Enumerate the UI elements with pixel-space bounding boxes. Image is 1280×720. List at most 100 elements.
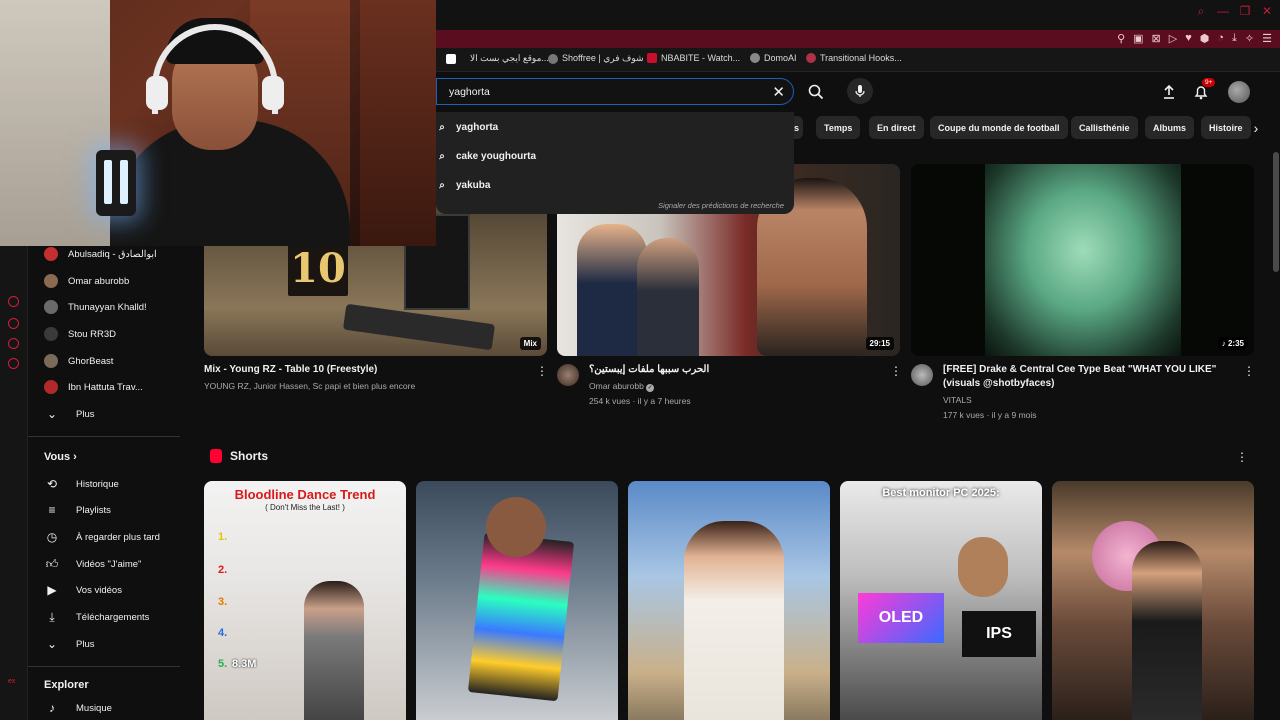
upload-button[interactable] <box>1158 81 1180 103</box>
extensions-icon[interactable]: ⬢ <box>1200 32 1210 45</box>
video-title[interactable]: [FREE] Drake & Central Cee Type Beat "WH… <box>943 363 1233 391</box>
bookmark-item[interactable]: NBABITE - Watch... <box>647 53 740 63</box>
domoai-icon <box>750 53 760 63</box>
account-icon[interactable]: ◔ <box>1217 32 1224 45</box>
strip-icon[interactable] <box>8 296 19 307</box>
notification-badge: 9+ <box>1202 78 1216 87</box>
oled-monitor-image: OLED <box>858 593 944 643</box>
search-icon <box>808 84 824 99</box>
woman-image <box>684 521 784 720</box>
channel-avatar[interactable] <box>557 364 579 386</box>
video-channels[interactable]: YOUNG RZ, Junior Hassen, Sc papi et bien… <box>204 379 415 393</box>
video-channel[interactable]: Omar aburobb ✓ <box>589 379 655 393</box>
short-thumbnail[interactable]: Best monitor PC 2025: OLED IPS <box>840 481 1042 720</box>
chevron-right-icon[interactable]: › <box>1246 116 1266 139</box>
subscription-item[interactable]: Thunayyan Khalld! <box>44 296 147 318</box>
suggestion-item[interactable]: ⌕ yaghorta <box>436 114 794 140</box>
video-stats: 177 k vues · il y a 9 mois <box>943 410 1037 420</box>
bookmark-item[interactable]: Transitional Hooks... <box>806 53 902 63</box>
download-icon[interactable]: ⤓ <box>1232 32 1237 45</box>
close-icon[interactable]: ✕ <box>772 83 785 101</box>
more-vert-icon[interactable]: ⋮ <box>1243 364 1255 378</box>
sidebar-item-more[interactable]: ⌄ Plus <box>44 633 95 655</box>
light-image <box>96 150 136 216</box>
headset-ear-image <box>262 76 284 110</box>
sidebar-item-music[interactable]: ♪ Musique <box>44 697 112 719</box>
account-avatar[interactable] <box>1228 81 1250 103</box>
video-channel[interactable]: VITALS <box>943 393 972 407</box>
more-vert-icon[interactable]: ⋮ <box>1236 450 1248 464</box>
more-vert-icon[interactable]: ⋮ <box>536 364 548 378</box>
subscription-item[interactable]: Stou RR3D <box>44 323 116 345</box>
channel-avatar[interactable] <box>911 364 933 386</box>
search-input[interactable]: yaghorta ✕ <box>436 78 794 105</box>
heart-icon[interactable]: ♥ <box>1185 32 1192 45</box>
chip[interactable]: Coupe du monde de football <box>930 116 1068 139</box>
chip[interactable]: Histoire <box>1201 116 1251 139</box>
subscription-item[interactable]: Omar aburobb <box>44 270 129 292</box>
bookmark-item[interactable]: Shoffree | شوف فري <box>548 53 644 64</box>
restore-icon[interactable]: ❐ <box>1238 4 1252 19</box>
strip-icon[interactable] <box>8 358 19 369</box>
report-predictions-link[interactable]: Signaler des prédictions de recherche <box>658 201 784 210</box>
channel-avatar <box>44 380 58 394</box>
more-vert-icon[interactable]: ⋮ <box>890 364 902 378</box>
you-section-header[interactable]: Vous › <box>44 451 77 463</box>
menu-icon[interactable]: ☰ <box>1262 32 1272 45</box>
close-icon[interactable]: ✕ <box>1260 4 1274 19</box>
video-thumbnail[interactable]: ♪ 2:35 <box>911 164 1254 356</box>
play-icon[interactable]: ▷ <box>1169 32 1177 45</box>
page-scrollbar[interactable] <box>1272 72 1280 720</box>
voice-search-button[interactable] <box>847 78 873 104</box>
pin-icon[interactable]: ⚲ <box>1117 32 1125 45</box>
suggestion-item[interactable]: ⌕ cake youghourta <box>436 143 794 169</box>
chip[interactable]: En direct <box>869 116 924 139</box>
strip-icon[interactable] <box>8 318 19 329</box>
sidebar-item-watch-later[interactable]: ◷ À regarder plus tard <box>44 526 160 548</box>
mix-badge: Mix <box>519 337 541 350</box>
scrollbar-thumb[interactable] <box>1273 152 1279 272</box>
bookmark-item[interactable]: موقع ايجي بست الا... <box>446 53 549 64</box>
strip-icon[interactable]: ex <box>8 678 19 689</box>
verified-icon: ✓ <box>646 384 655 392</box>
short-title: Bloodline Dance Trend <box>234 487 376 502</box>
search-icon[interactable]: ⌕ <box>1194 4 1208 19</box>
subscriptions-more[interactable]: ⌄ Plus <box>44 403 95 425</box>
download-icon: ⤓ <box>49 609 55 624</box>
subscription-item[interactable]: Abulsadiq - ابوالصادق <box>44 243 157 265</box>
snap-icon[interactable]: ⊠ <box>1152 32 1161 45</box>
subscription-item[interactable]: Ibn Hattuta Trav... <box>44 376 143 398</box>
chip[interactable]: Albums <box>1145 116 1195 139</box>
minimize-icon[interactable]: — <box>1216 4 1230 19</box>
browser-toolbar-icons: ⚲ ▣ ⊠ ▷ ♥ ⬢ ◔ ⤓ ✧ ☰ <box>1117 32 1272 45</box>
person-image <box>637 238 699 356</box>
chevron-right-icon: › <box>73 451 77 463</box>
chip[interactable]: Callisthénie <box>1071 116 1138 139</box>
video-title[interactable]: Mix - Young RZ - Table 10 (Freestyle) <box>204 363 524 377</box>
short-thumbnail[interactable] <box>628 481 830 720</box>
search-icon: ⌕ <box>439 179 445 191</box>
rank-label: 2. <box>218 564 228 576</box>
short-thumbnail[interactable] <box>416 481 618 720</box>
short-thumbnail[interactable] <box>1052 481 1254 720</box>
short-title: Best monitor PC 2025: <box>882 487 1000 499</box>
search-button[interactable] <box>798 78 834 105</box>
suggestion-item[interactable]: ⌕ yakuba <box>436 172 794 198</box>
search-icon: ⌕ <box>439 121 445 133</box>
sidebar-item-history[interactable]: ⟲ Historique <box>44 473 119 495</box>
chip[interactable]: Temps <box>816 116 861 139</box>
sidebar-item-playlists[interactable]: ≡ Playlists <box>44 499 110 521</box>
ai-icon[interactable]: ✧ <box>1245 32 1254 45</box>
video-title[interactable]: الحرب سببها ملفات إيبستين؟ <box>589 363 879 377</box>
blank-page-icon <box>446 53 456 64</box>
bookmark-item[interactable]: DomoAI <box>750 53 797 63</box>
strip-icon[interactable] <box>8 338 19 349</box>
video-stats: 254 k vues · il y a 7 heures <box>589 396 691 406</box>
sidebar-item-liked[interactable]: 👍︎ Vidéos "J'aime" <box>44 553 142 575</box>
short-thumbnail[interactable]: Bloodline Dance Trend ( Don't Miss the L… <box>204 481 406 720</box>
sidebar-item-your-videos[interactable]: ▶ Vos vidéos <box>44 579 122 601</box>
notifications-button[interactable]: 9+ <box>1190 78 1216 103</box>
sidebar-item-downloads[interactable]: ⤓ Téléchargements <box>44 606 149 628</box>
subscription-item[interactable]: GhorBeast <box>44 350 113 372</box>
screenshot-icon[interactable]: ▣ <box>1133 32 1143 45</box>
